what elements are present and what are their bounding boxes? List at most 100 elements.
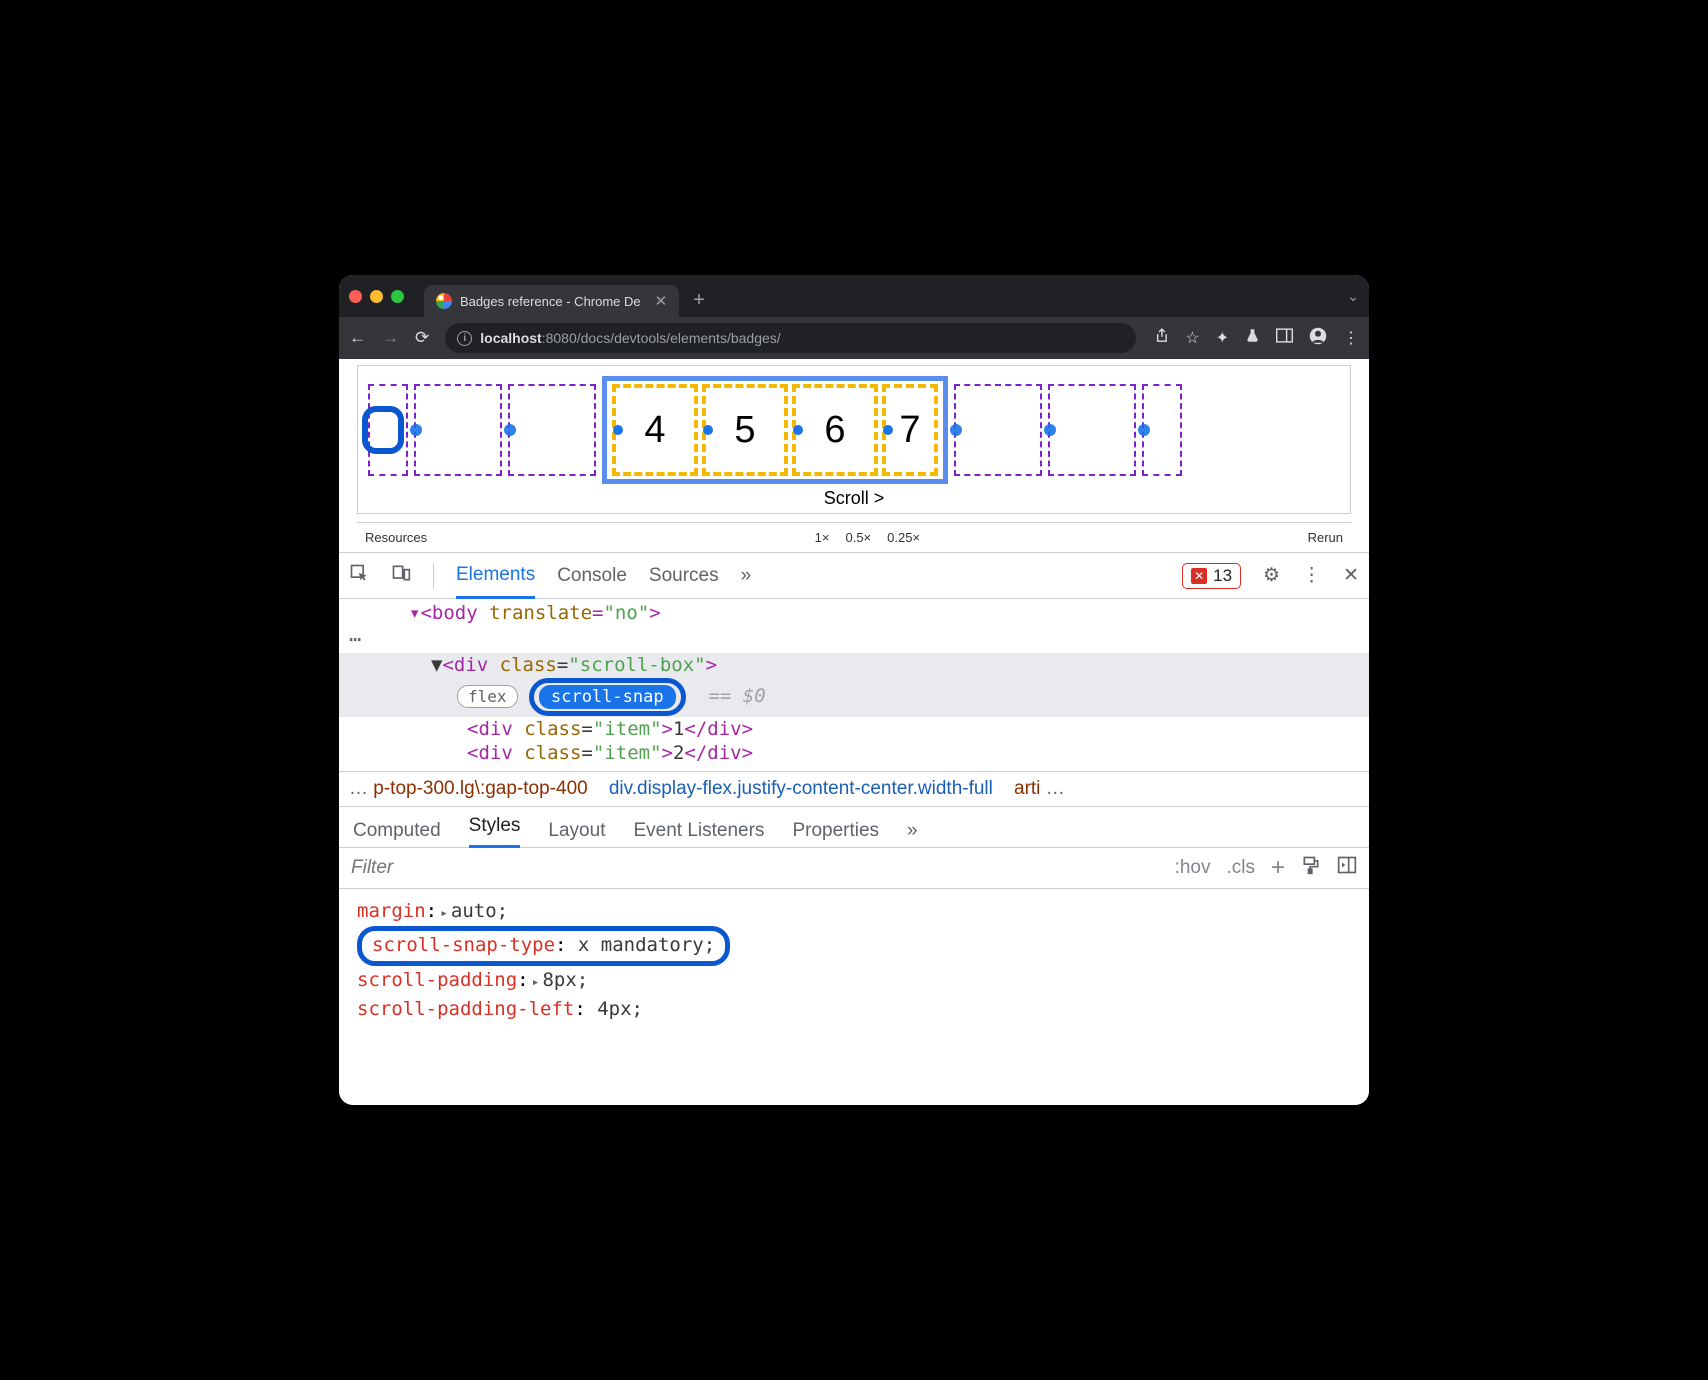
cls-toggle[interactable]: .cls (1226, 857, 1255, 879)
panel-icon[interactable] (1276, 328, 1293, 348)
device-icon[interactable] (391, 563, 411, 588)
breadcrumb[interactable]: … p-top-300.lg\:gap-top-400 div.display-… (339, 771, 1369, 807)
styles-pane[interactable]: margin:▸auto; scroll-snap-type: x mandat… (339, 889, 1369, 1033)
zoom-05x[interactable]: 0.5× (837, 527, 879, 548)
tab-sources[interactable]: Sources (649, 565, 719, 587)
tabs-more[interactable]: » (741, 565, 752, 587)
url-path: :8080/docs/devtools/elements/badges/ (542, 330, 781, 346)
tab-properties[interactable]: Properties (792, 820, 879, 842)
devtools-menu-icon[interactable]: ⋮ (1302, 564, 1321, 587)
url-text: localhost:8080/docs/devtools/elements/ba… (480, 330, 780, 346)
tab-event-listeners[interactable]: Event Listeners (633, 820, 764, 842)
profile-icon[interactable] (1309, 327, 1327, 350)
css-prop: margin (357, 900, 426, 922)
share-icon[interactable] (1152, 327, 1169, 349)
demo-frame: 4 5 6 7 Scroll > (357, 365, 1351, 514)
toggle-sidebar-icon[interactable] (1337, 855, 1357, 881)
tab-elements[interactable]: Elements (456, 564, 535, 599)
forward-icon[interactable]: → (382, 328, 399, 348)
labs-icon[interactable] (1245, 327, 1260, 349)
scroll-label[interactable]: Scroll > (368, 488, 1340, 509)
dom-badges-row: flex scroll-snap == $0 (339, 677, 1369, 717)
console-ref: == $0 (708, 685, 765, 707)
reload-icon[interactable]: ⟳ (415, 328, 429, 348)
maximize-window-icon[interactable] (391, 290, 404, 303)
scroll-item: 5 (702, 384, 788, 476)
ellipsis-icon[interactable]: ⋯ (339, 625, 1369, 653)
paint-icon[interactable] (1301, 855, 1321, 881)
item-number: 4 (644, 409, 665, 452)
tab-computed[interactable]: Computed (353, 820, 441, 842)
back-icon[interactable]: ← (349, 328, 366, 348)
dom-body-line[interactable]: ▾<body translate="no"> (339, 601, 1369, 625)
css-val: auto; (451, 900, 508, 922)
scroll-port-annotation-icon (362, 406, 404, 454)
close-window-icon[interactable] (349, 290, 362, 303)
scroll-item (368, 384, 408, 476)
scroll-item: 6 (792, 384, 878, 476)
tab-layout[interactable]: Layout (548, 820, 605, 842)
css-rule[interactable]: scroll-padding:▸8px; (357, 966, 1351, 995)
crumb-item[interactable]: p-top-300.lg\:gap-top-400 (373, 778, 587, 799)
css-val: 4px; (597, 998, 643, 1020)
scroll-item (414, 384, 502, 476)
item-number: 6 (824, 409, 845, 452)
scroll-item (508, 384, 596, 476)
extensions-icon[interactable]: ✦ (1216, 328, 1229, 348)
css-rule[interactable]: scroll-padding-left: 4px; (357, 995, 1351, 1024)
dom-item-1[interactable]: <div class="item">1</div> (339, 717, 1369, 741)
css-rule-highlighted[interactable]: scroll-snap-type: x mandatory; (357, 926, 1351, 965)
minimize-window-icon[interactable] (370, 290, 383, 303)
inspect-icon[interactable] (349, 563, 369, 588)
tab-console[interactable]: Console (557, 565, 627, 587)
crumb-leading: … (349, 778, 373, 799)
css-rule[interactable]: margin:▸auto; (357, 897, 1351, 926)
resource-bar: Resources 1× 0.5× 0.25× Rerun (357, 522, 1351, 552)
snap-point-icon (883, 425, 893, 435)
tab-styles[interactable]: Styles (469, 815, 521, 848)
tab-bar: Badges reference - Chrome De ✕ + ⌄ (339, 275, 1369, 317)
crumb-item-selected[interactable]: div.display-flex.justify-content-center.… (609, 778, 993, 799)
bookmark-icon[interactable]: ☆ (1185, 328, 1199, 348)
styles-filter-bar: :hov .cls + (339, 848, 1369, 889)
error-badge[interactable]: ✕ 13 (1182, 563, 1241, 589)
tabs-more[interactable]: » (907, 820, 918, 842)
hov-toggle[interactable]: :hov (1175, 857, 1211, 879)
zoom-025x[interactable]: 0.25× (879, 527, 928, 548)
address-bar[interactable]: i localhost:8080/docs/devtools/elements/… (445, 323, 1136, 353)
crumb-item[interactable]: arti (1014, 778, 1040, 799)
window-controls (349, 290, 404, 303)
site-info-icon[interactable]: i (457, 331, 472, 346)
error-count: 13 (1213, 566, 1232, 586)
scroll-snap-badge[interactable]: scroll-snap (539, 685, 676, 709)
filter-input[interactable] (351, 857, 1159, 879)
new-tab-button[interactable]: + (693, 289, 705, 312)
error-icon: ✕ (1191, 568, 1207, 584)
zoom-1x[interactable]: 1× (807, 527, 838, 548)
flex-badge[interactable]: flex (457, 685, 518, 708)
scroll-item (954, 384, 1042, 476)
css-val: x mandatory; (578, 934, 715, 956)
item-number: 5 (734, 409, 755, 452)
scroll-row: 4 5 6 7 (368, 376, 1340, 484)
page-content: 4 5 6 7 Scroll > Resources 1× 0.5× 0.25×… (339, 359, 1369, 552)
chrome-favicon-icon (436, 293, 452, 309)
close-tab-icon[interactable]: ✕ (655, 292, 668, 310)
tabs-menu-icon[interactable]: ⌄ (1347, 288, 1359, 305)
devtools-tabs: Elements Console Sources » ✕ 13 ⚙ ⋮ ✕ (339, 553, 1369, 599)
snap-point-icon (1044, 424, 1056, 436)
dom-tree[interactable]: ▾<body translate="no"> ⋯ ▼<div class="sc… (339, 599, 1369, 771)
browser-window: Badges reference - Chrome De ✕ + ⌄ ← → ⟳… (339, 275, 1369, 1105)
css-prop: scroll-padding (357, 969, 517, 991)
browser-tab[interactable]: Badges reference - Chrome De ✕ (424, 285, 679, 317)
dom-item-2[interactable]: <div class="item">2</div> (339, 741, 1369, 765)
new-style-rule-icon[interactable]: + (1271, 854, 1285, 882)
rerun-button[interactable]: Rerun (1300, 527, 1351, 548)
css-val: 8px; (542, 969, 588, 991)
resources-button[interactable]: Resources (357, 527, 435, 548)
dom-scroll-box[interactable]: ▼<div class="scroll-box"> (339, 653, 1369, 677)
settings-icon[interactable]: ⚙ (1263, 564, 1280, 587)
close-devtools-icon[interactable]: ✕ (1343, 564, 1359, 587)
css-prop: scroll-padding-left (357, 998, 574, 1020)
kebab-menu-icon[interactable]: ⋮ (1343, 328, 1359, 348)
